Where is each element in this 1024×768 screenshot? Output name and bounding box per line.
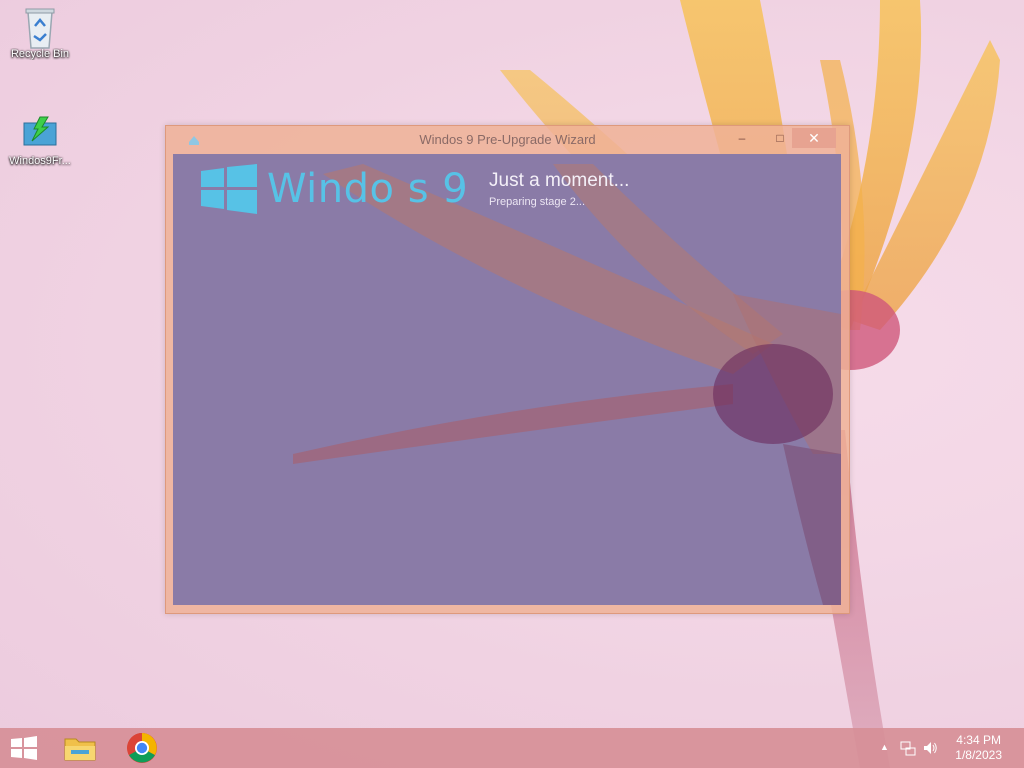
- volume-icon[interactable]: [922, 740, 938, 759]
- window-titlebar[interactable]: Windos 9 Pre-Upgrade Wizard – □ ✕: [166, 126, 849, 154]
- chrome-icon: [127, 733, 157, 763]
- taskbar: ▲ 4:34 PM 1/8/2023: [0, 728, 1024, 768]
- desktop-icon-recycle-bin[interactable]: Recycle Bin: [2, 6, 78, 60]
- windows-logo-icon: [201, 164, 257, 214]
- chrome-button[interactable]: [118, 728, 166, 768]
- minimize-button[interactable]: –: [728, 128, 756, 148]
- installer-icon: [20, 113, 60, 153]
- start-button[interactable]: [0, 728, 48, 768]
- clock-date: 1/8/2023: [955, 748, 1002, 762]
- status-area: Just a moment... Preparing stage 2...: [489, 170, 629, 208]
- windows-logo: Windo s 9: [201, 164, 468, 214]
- windows-logo-icon: [11, 736, 37, 760]
- recycle-bin-icon: [20, 6, 60, 49]
- clock[interactable]: 4:34 PM 1/8/2023: [955, 733, 1002, 763]
- desktop-icon-label: Windos9Fr...: [9, 155, 71, 167]
- window-background-flower: [293, 164, 841, 605]
- show-hidden-icons-button[interactable]: ▲: [880, 742, 889, 752]
- folder-icon: [64, 738, 96, 761]
- desktop-icon-installer[interactable]: Windos9Fr...: [2, 113, 78, 167]
- status-submessage: Preparing stage 2...: [489, 196, 586, 208]
- file-explorer-button[interactable]: [56, 728, 104, 768]
- clock-time: 4:34 PM: [956, 733, 1001, 747]
- maximize-button[interactable]: □: [766, 128, 794, 148]
- wizard-window[interactable]: Windos 9 Pre-Upgrade Wizard – □ ✕ Windo …: [165, 125, 850, 614]
- status-message: Just a moment...: [489, 170, 630, 191]
- wizard-content: Windo s 9 Just a moment... Preparing sta…: [173, 154, 841, 605]
- logo-text: Windo s 9: [267, 166, 469, 212]
- network-icon[interactable]: [900, 740, 916, 759]
- system-tray: ▲ 4:34 PM 1/8/2023: [864, 728, 1024, 768]
- close-button[interactable]: ✕: [792, 128, 836, 148]
